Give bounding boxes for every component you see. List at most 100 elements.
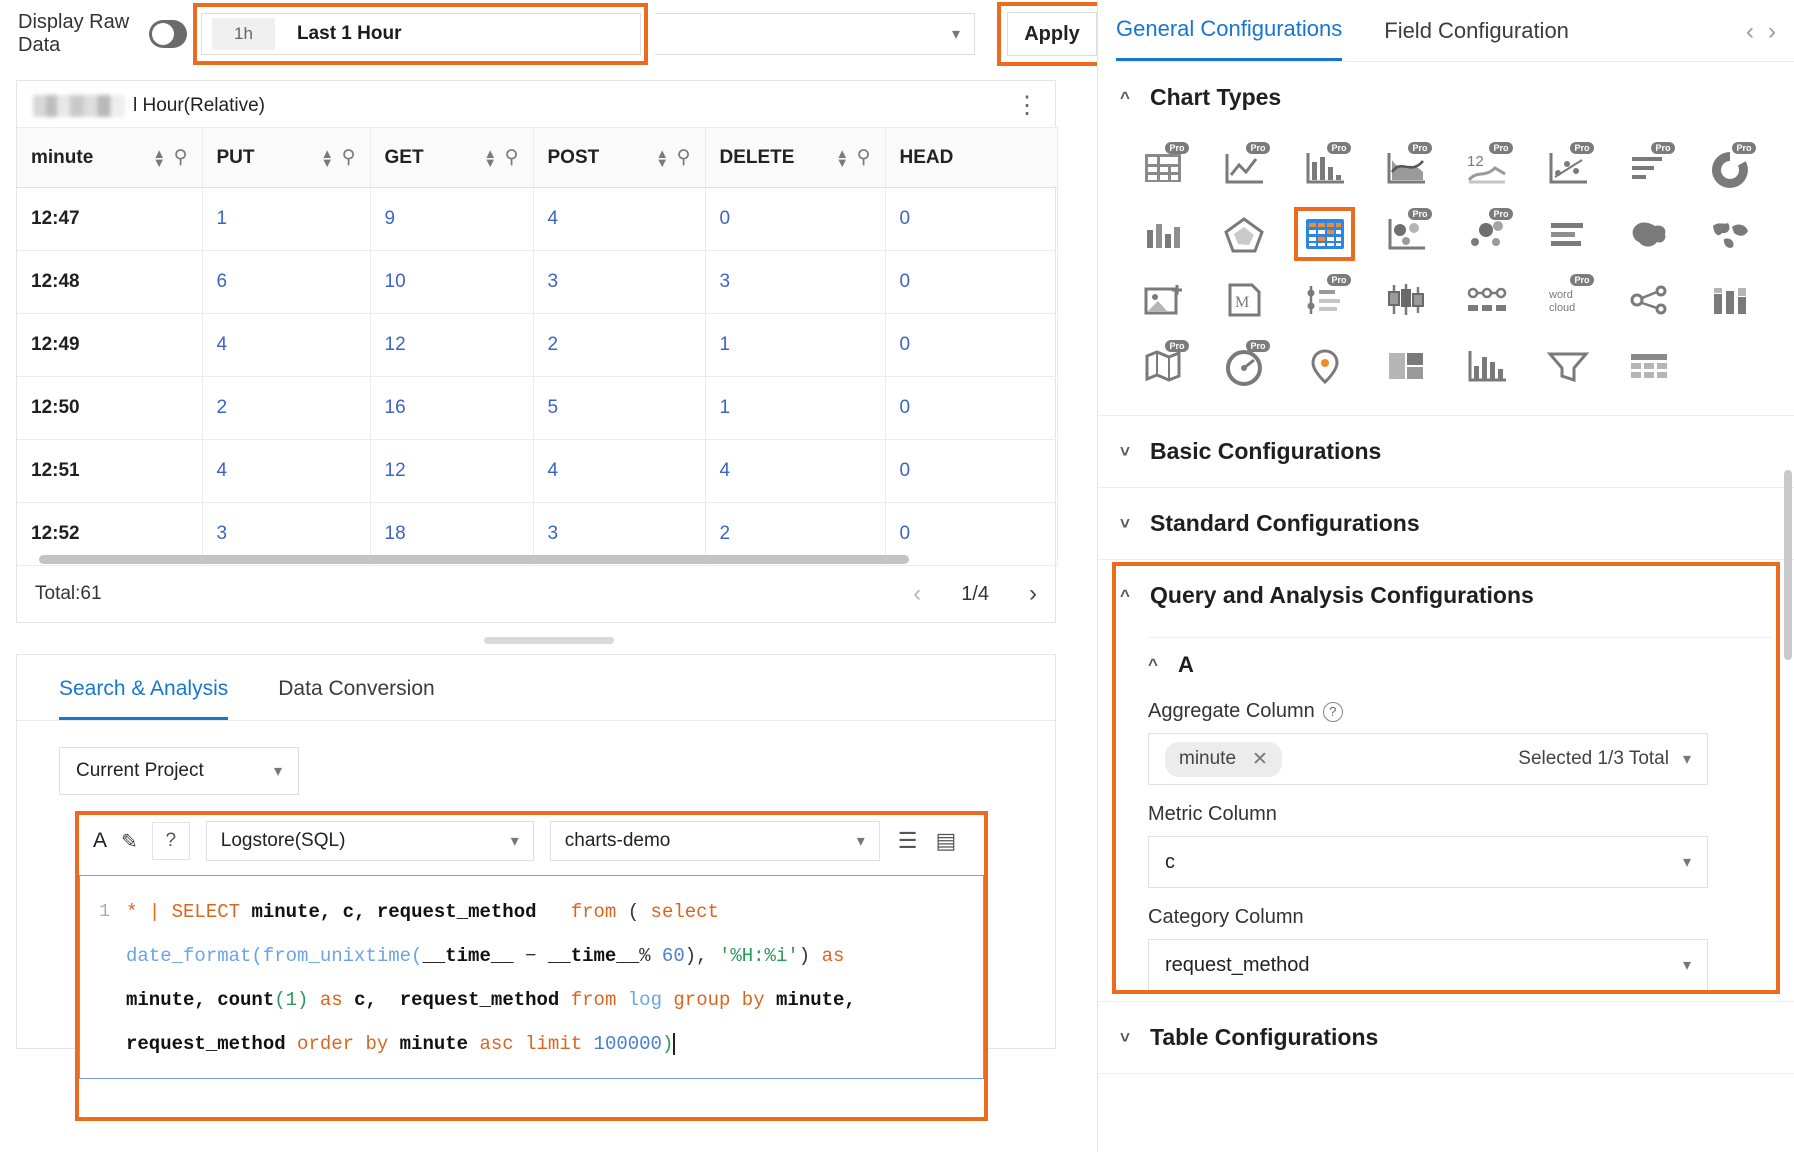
cell-head[interactable]: 0 [885,313,1058,377]
chart-type-treemap-chart[interactable] [1365,335,1446,397]
column-header-head[interactable]: HEAD [885,127,1058,188]
search-icon[interactable]: ⚲ [857,146,871,169]
chart-type-map-pro-chart[interactable]: Pro [1122,335,1203,397]
sql-editor[interactable]: 1 * | SELECT minute, c, request_method f… [79,875,984,1079]
chart-type-pivot-table-chart[interactable]: Pro [1122,137,1203,199]
tab-search-analysis[interactable]: Search & Analysis [59,677,229,721]
time-range-dropdown[interactable]: ▾ [655,13,975,55]
cell-delete[interactable]: 4 [705,439,886,503]
cell-get[interactable]: 16 [370,376,534,440]
chart-type-table-chart[interactable] [1284,203,1365,265]
sort-icon[interactable]: ▲ ▼ [836,147,849,169]
time-range-picker[interactable]: 1h Last 1 Hour [201,13,642,55]
help-icon[interactable]: ? [151,822,190,860]
edit-pencil-icon[interactable]: ✎ [113,829,146,854]
more-options-icon[interactable]: ⋮ [1015,93,1039,118]
cell-delete[interactable]: 0 [705,187,886,251]
cell-head[interactable]: 0 [885,376,1058,440]
right-pane-scrollbar[interactable] [1784,470,1792,660]
chart-type-grid-table-chart[interactable] [1608,335,1689,397]
cell-get[interactable]: 12 [370,313,534,377]
help-icon[interactable]: ? [1322,701,1343,722]
cell-delete[interactable]: 1 [705,313,886,377]
chart-type-radar-chart[interactable] [1203,203,1284,265]
tab-general-configurations[interactable]: General Configurations [1116,16,1343,62]
chart-type-world-map-chart[interactable] [1689,203,1770,265]
search-icon[interactable]: ⚲ [174,146,188,169]
prev-page-icon[interactable]: ‹ [913,580,921,608]
cell-delete[interactable]: 3 [705,250,886,314]
chart-type-china-map-chart[interactable] [1608,203,1689,265]
cell-get[interactable]: 9 [370,187,534,251]
chevron-right-icon[interactable]: › [1768,18,1776,46]
tab-field-configuration[interactable]: Field Configuration [1384,18,1569,60]
search-icon[interactable]: ⚲ [342,146,356,169]
chart-type-image-chart[interactable] [1122,269,1203,331]
chart-type-line-chart[interactable]: Pro [1203,137,1284,199]
chart-type-scatter-trend-chart[interactable]: Pro [1527,137,1608,199]
chart-type-bubble-chart[interactable]: Pro [1365,203,1446,265]
chart-type-funnel-chart[interactable] [1527,335,1608,397]
project-select[interactable]: Current Project ▾ [59,747,299,795]
chart-type-bar-line-combo-chart[interactable]: Pro [1284,137,1365,199]
sort-icon[interactable]: ▲ ▼ [656,147,669,169]
chart-type-histogram-chart[interactable] [1446,335,1527,397]
display-raw-data-toggle[interactable] [148,20,188,48]
category-column-field[interactable]: request_method ▾ [1148,939,1708,991]
chevron-left-icon[interactable]: ‹ [1746,18,1754,46]
sort-icon[interactable]: ▲ ▼ [484,147,497,169]
section-header-standard-configurations[interactable]: ˅ Standard Configurations [1098,488,1794,559]
chart-type-horizontal-bar-chart[interactable] [1527,203,1608,265]
cell-delete[interactable]: 1 [705,376,886,440]
cell-put[interactable]: 4 [202,439,371,503]
cell-put[interactable]: 2 [202,376,371,440]
template-icon[interactable]: ▤ [936,828,957,854]
sort-icon[interactable]: ▲ ▼ [153,147,166,169]
metric-column-field[interactable]: c ▾ [1148,836,1708,888]
column-header-get[interactable]: GET ▲ ▼ ⚲ [370,127,534,188]
cell-head[interactable]: 0 [885,250,1058,314]
chart-type-candlestick-chart[interactable] [1365,269,1446,331]
chart-type-word-cloud-chart[interactable]: word cloud Pro [1527,269,1608,331]
aggregate-column-field[interactable]: minute ✕ Selected 1/3 Total ▾ [1148,733,1708,785]
cell-post[interactable]: 4 [533,439,706,503]
search-icon[interactable]: ⚲ [677,146,691,169]
query-group-header[interactable]: ^ A [1120,638,1772,682]
cell-put[interactable]: 4 [202,313,371,377]
source-type-select[interactable]: Logstore(SQL) ▾ [205,821,534,861]
cell-post[interactable]: 2 [533,313,706,377]
chart-type-scatter-chart[interactable]: Pro [1446,203,1527,265]
copy-icon[interactable]: ☰ [898,828,918,854]
chart-type-donut-chart[interactable]: Pro [1689,137,1770,199]
sort-icon[interactable]: ▲ ▼ [321,147,334,169]
chart-type-number-trend-chart[interactable]: 12 Pro [1446,137,1527,199]
horizontal-scrollbar[interactable] [39,555,909,564]
chart-type-markdown-chart[interactable]: M [1203,269,1284,331]
cell-head[interactable]: 0 [885,502,1058,566]
chart-type-stacked-bar-chart[interactable] [1689,269,1770,331]
column-header-delete[interactable]: DELETE ▲ ▼ ⚲ [705,127,886,188]
next-page-icon[interactable]: › [1029,580,1037,608]
chart-type-progress-list-chart[interactable]: Pro [1608,137,1689,199]
section-header-chart-types[interactable]: ^ Chart Types [1098,62,1794,133]
section-header-table-configurations[interactable]: ˅ Table Configurations [1098,1002,1794,1073]
chart-type-area-chart[interactable]: Pro [1365,137,1446,199]
cell-post[interactable]: 5 [533,376,706,440]
section-header-query-analysis[interactable]: ^ Query and Analysis Configurations [1098,560,1794,631]
column-header-post[interactable]: POST ▲ ▼ ⚲ [533,127,706,188]
column-header-minute[interactable]: minute ▲ ▼ ⚲ [17,127,203,188]
cell-head[interactable]: 0 [885,187,1058,251]
panel-resize-handle[interactable] [483,637,614,644]
cell-get[interactable]: 10 [370,250,534,314]
chart-type-filter-list-chart[interactable]: Pro [1284,269,1365,331]
cell-put[interactable]: 6 [202,250,371,314]
chart-type-relation-graph-chart[interactable] [1608,269,1689,331]
column-header-put[interactable]: PUT ▲ ▼ ⚲ [202,127,371,188]
cell-post[interactable]: 3 [533,250,706,314]
chart-type-topology-chart[interactable] [1446,269,1527,331]
section-header-basic-configurations[interactable]: ˅ Basic Configurations [1098,416,1794,487]
apply-button[interactable]: Apply [1007,12,1097,56]
cell-get[interactable]: 12 [370,439,534,503]
cell-put[interactable]: 1 [202,187,371,251]
cell-head[interactable]: 0 [885,439,1058,503]
